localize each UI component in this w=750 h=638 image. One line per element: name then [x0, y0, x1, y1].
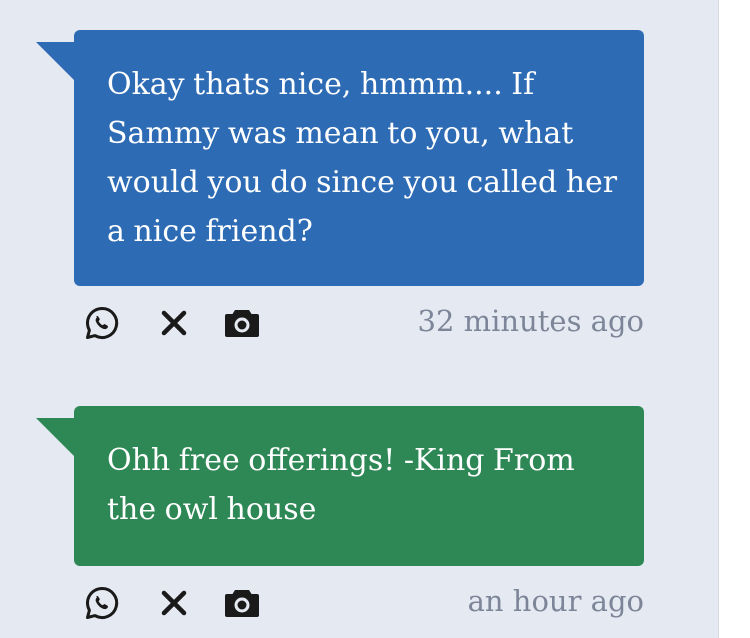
message-item: Ohh free offerings! -King From the owl h…	[36, 406, 644, 638]
x-icon[interactable]	[154, 303, 194, 343]
x-icon[interactable]	[154, 583, 194, 623]
message-actions: 32 minutes ago	[74, 286, 644, 358]
message-timestamp: 32 minutes ago	[417, 304, 644, 338]
message-bubble: Ohh free offerings! -King From the owl h…	[36, 406, 644, 566]
message-actions: an hour ago	[74, 566, 644, 638]
message-item: Okay thats nice, hmmm.... If Sammy was m…	[36, 30, 644, 358]
message-text: Ohh free offerings! -King From the owl h…	[107, 443, 575, 527]
camera-icon[interactable]	[222, 303, 262, 343]
whatsapp-icon[interactable]	[82, 583, 122, 623]
message-bubble: Okay thats nice, hmmm.... If Sammy was m…	[36, 30, 644, 286]
scrollbar-track	[718, 0, 750, 638]
camera-icon[interactable]	[222, 583, 262, 623]
bubble-tail	[36, 42, 76, 82]
message-timestamp: an hour ago	[467, 584, 644, 618]
message-text: Okay thats nice, hmmm.... If Sammy was m…	[107, 67, 618, 249]
bubble-tail	[36, 418, 76, 458]
whatsapp-icon[interactable]	[82, 303, 122, 343]
